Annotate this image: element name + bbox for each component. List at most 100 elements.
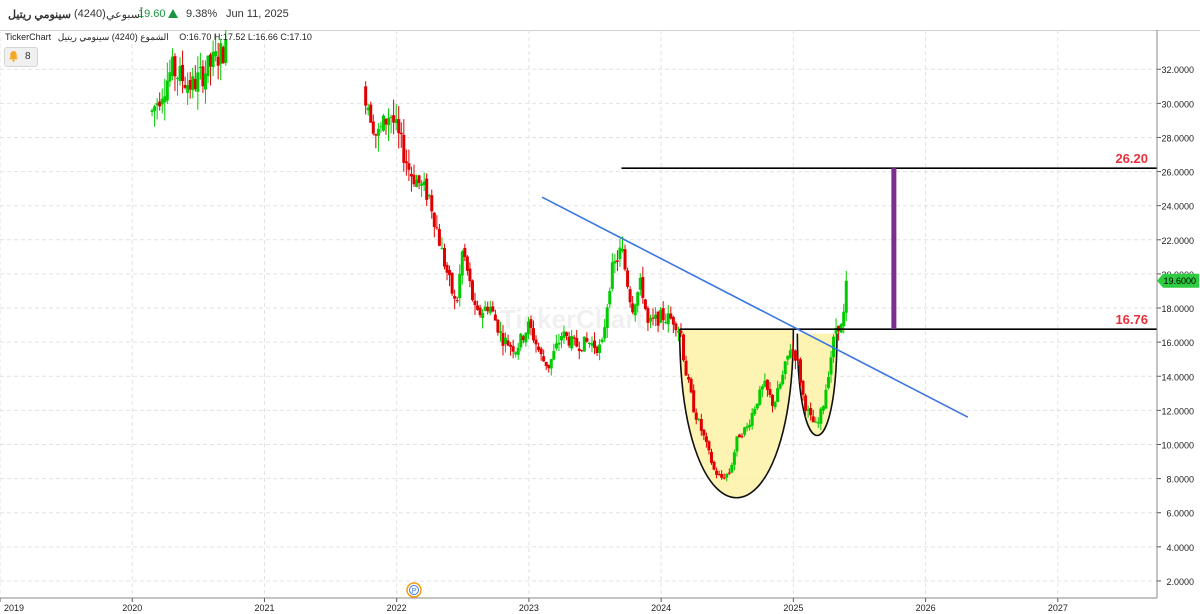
candle-body: [404, 161, 408, 164]
x-tick-label: 2024: [651, 603, 671, 613]
candle-body: [743, 427, 747, 435]
candle-body: [842, 311, 846, 327]
candle-body: [565, 332, 569, 336]
candle-body: [369, 104, 373, 123]
price-chart[interactable]: TickerChart 2.0000 4.0000 6.0000 8.0000 10.0…: [0, 30, 1200, 614]
candle-body: [682, 334, 686, 361]
candle-body: [750, 412, 754, 426]
candle-body: [153, 106, 157, 111]
candle-body: [641, 277, 645, 298]
candle-body: [364, 86, 368, 106]
candle-body: [661, 308, 665, 321]
candle-body: [725, 473, 729, 478]
candle-body: [435, 227, 439, 229]
y-tick-label: 28.0000: [1161, 133, 1194, 143]
candle-body: [809, 407, 813, 416]
candle-body: [442, 247, 446, 267]
candle-body: [778, 384, 782, 389]
candle-body: [598, 344, 602, 353]
y-tick-label: 18.0000: [1161, 304, 1194, 314]
candle-body: [557, 342, 561, 345]
candle-body: [425, 178, 429, 200]
x-tick-label: 2022: [387, 603, 407, 613]
candle-body: [430, 195, 434, 212]
candle-body: [470, 280, 474, 300]
candle-body: [684, 360, 688, 376]
candle-body: [671, 317, 675, 325]
watermark: TickerChart: [500, 304, 644, 334]
x-tick-label: 2023: [519, 603, 539, 613]
candle-body: [699, 419, 703, 431]
candle-body: [692, 390, 696, 413]
y-tick-label: 10.0000: [1161, 440, 1194, 450]
candle-body: [397, 119, 401, 134]
y-tick-label: 26.0000: [1161, 168, 1194, 178]
candle-body: [600, 339, 604, 342]
candle-body: [773, 402, 777, 408]
chart-canvas[interactable]: TickerChart 2.0000 4.0000 6.0000 8.0000 10.0…: [0, 30, 1200, 614]
candle-body: [707, 441, 711, 451]
candle-body: [534, 339, 538, 345]
symbol-header: سينومي ريتيل (4240) أسبوعي 19.60 9.38% J…: [0, 0, 1200, 31]
x-tick-label: 2020: [122, 603, 142, 613]
candle-body: [575, 337, 579, 347]
y-tick-label: 4.0000: [1166, 543, 1194, 553]
candle-body: [760, 386, 764, 390]
y-tick-label: 8.0000: [1166, 475, 1194, 485]
candle-body: [788, 350, 792, 358]
svg-text:P: P: [412, 588, 417, 595]
y-tick-label: 2.0000: [1166, 577, 1194, 587]
candle-body: [740, 436, 744, 438]
candle-body: [524, 332, 528, 343]
candle-body: [453, 296, 457, 299]
candle-body: [608, 291, 612, 305]
candle-body: [702, 429, 706, 436]
replay-icon[interactable]: P: [406, 582, 422, 598]
x-tick-label: 2027: [1048, 603, 1068, 613]
candle-body: [826, 377, 830, 388]
candle-body: [643, 299, 647, 309]
candle-body: [798, 359, 802, 383]
candle-body: [844, 280, 848, 313]
candle-body: [722, 477, 726, 479]
y-tick-label: 14.0000: [1161, 372, 1194, 382]
candle-body: [498, 331, 502, 333]
candle-body: [753, 408, 757, 415]
y-tick-label: 24.0000: [1161, 202, 1194, 212]
candle-body: [224, 39, 228, 63]
y-tick-label: 6.0000: [1166, 509, 1194, 519]
candle-body: [463, 247, 467, 257]
candle-body: [636, 292, 640, 306]
candle-body: [402, 134, 406, 163]
candle-body: [732, 452, 736, 465]
level-label: 26.20: [1115, 151, 1148, 166]
x-tick-label: 2019: [4, 603, 24, 613]
candle-body: [539, 348, 543, 355]
candle-body: [720, 474, 724, 478]
candle-body: [709, 451, 713, 464]
candle-body: [623, 249, 627, 270]
candle-body: [610, 262, 614, 289]
candle-body: [824, 389, 828, 409]
level-label: 16.76: [1115, 312, 1148, 327]
candle-body: [603, 327, 607, 339]
y-tick-label: 30.0000: [1161, 99, 1194, 109]
candle-body: [585, 338, 589, 342]
x-tick-label: 2026: [916, 603, 936, 613]
candle-body: [783, 361, 787, 375]
candle-body: [181, 64, 185, 81]
candle-body: [549, 359, 553, 369]
y-tick-label: 32.0000: [1161, 65, 1194, 75]
candle-body: [781, 374, 785, 385]
y-tick-label: 16.0000: [1161, 338, 1194, 348]
candle-body: [730, 464, 734, 473]
candle-body: [829, 357, 833, 375]
candle-body: [605, 307, 609, 328]
candle-body: [704, 436, 708, 442]
alerts-button[interactable]: 8: [4, 47, 38, 67]
source-label: TickerChart: [5, 32, 52, 42]
candle-body: [376, 128, 380, 137]
candle-body: [633, 304, 637, 316]
candle-body: [481, 312, 485, 319]
quote-date: Jun 11, 2025: [226, 8, 289, 20]
